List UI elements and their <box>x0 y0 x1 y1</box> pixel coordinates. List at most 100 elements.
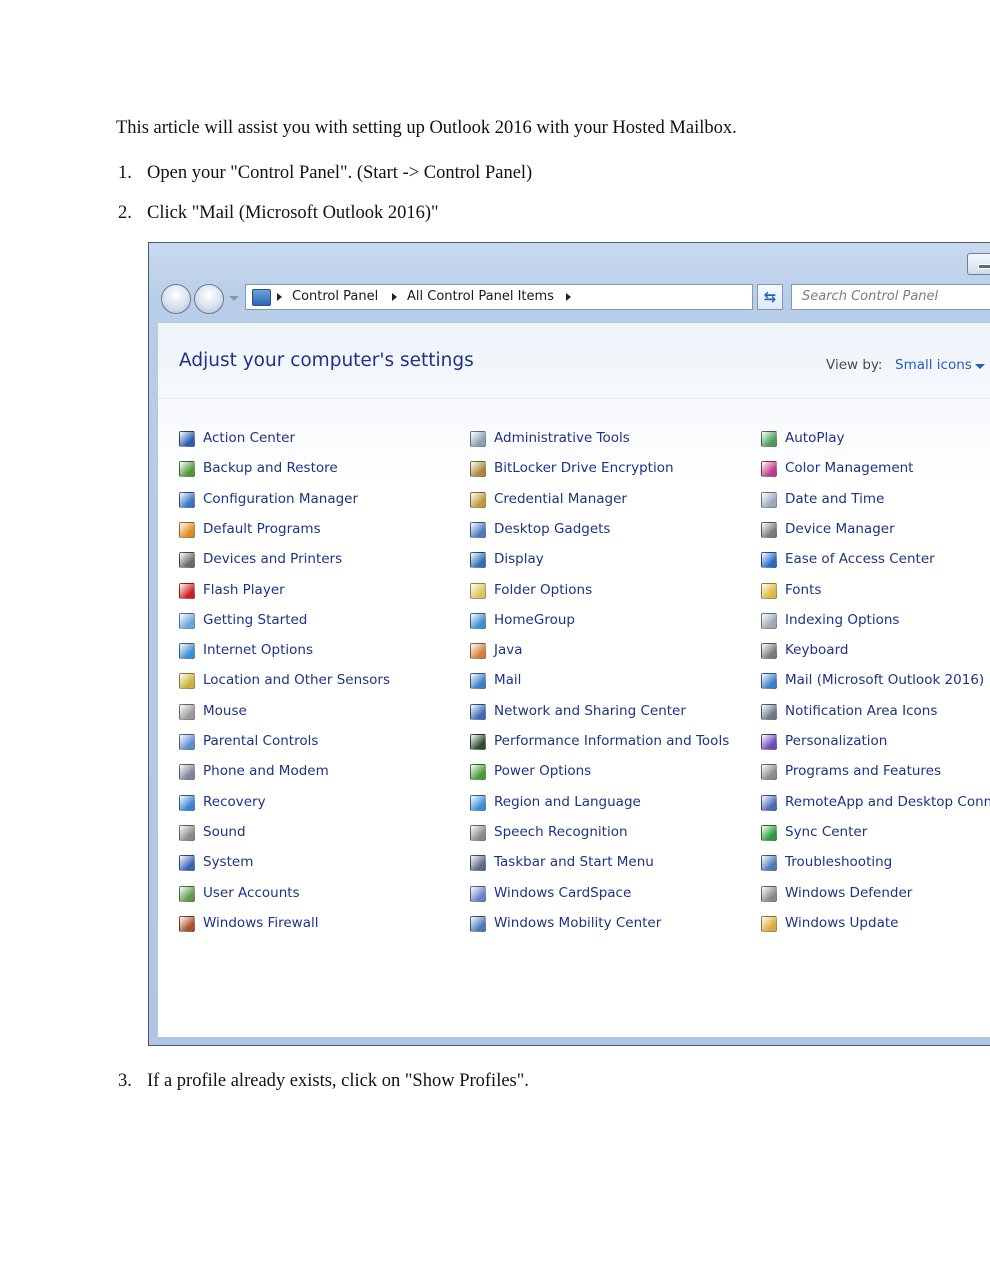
update-icon <box>761 916 777 932</box>
control-panel-item-label: Ease of Access Center <box>785 551 935 567</box>
control-panel-item-label: Personalization <box>785 733 888 749</box>
printer-icon <box>179 552 195 568</box>
control-panel-item-label: Region and Language <box>494 794 641 810</box>
ease-of-access-icon <box>761 552 777 568</box>
gadgets-icon <box>470 522 486 538</box>
color-management-icon <box>761 461 777 477</box>
control-panel-item-label: Internet Options <box>203 642 313 658</box>
chevron-down-icon[interactable] <box>975 364 985 369</box>
control-panel-item-label: Windows CardSpace <box>494 885 632 901</box>
control-panel-item-label: Troubleshooting <box>785 854 893 870</box>
control-panel-item-label: Keyboard <box>785 642 849 658</box>
control-panel-item-label: Fonts <box>785 582 822 598</box>
control-panel-item-label: Mail (Microsoft Outlook 2016) <box>785 672 985 688</box>
control-panel-item-label: Administrative Tools <box>494 430 630 446</box>
control-panel-item-label: Indexing Options <box>785 612 900 628</box>
power-icon <box>470 764 486 780</box>
keyboard-icon <box>761 643 777 659</box>
breadcrumb-arrow-icon[interactable] <box>277 293 282 301</box>
step-number: 2. <box>118 203 132 223</box>
flash-icon <box>179 583 195 599</box>
control-panel-item-label: RemoteApp and Desktop Conne <box>785 794 990 810</box>
control-panel-item-label: Sync Center <box>785 824 868 840</box>
clock-icon <box>761 492 777 508</box>
folder-icon <box>470 583 486 599</box>
control-panel-item-label: Backup and Restore <box>203 460 338 476</box>
breadcrumb-control-panel[interactable]: Control Panel <box>292 289 378 304</box>
java-icon <box>470 643 486 659</box>
getting-started-icon <box>179 613 195 629</box>
taskbar-icon <box>470 855 486 871</box>
search-input[interactable]: Search Control Panel <box>791 284 990 310</box>
control-panel-item-label: Speech Recognition <box>494 824 628 840</box>
refresh-button[interactable]: ⇆ <box>757 284 783 310</box>
recent-pages-dropdown-icon[interactable] <box>229 296 239 301</box>
control-panel-item-label: User Accounts <box>203 885 300 901</box>
mobility-icon <box>470 916 486 932</box>
control-panel-item-label: Sound <box>203 824 246 840</box>
control-panel-item-label: Display <box>494 551 544 567</box>
control-panel-item-label: Flash Player <box>203 582 285 598</box>
control-panel-item-label: Windows Firewall <box>203 915 319 931</box>
control-panel-item-label: Programs and Features <box>785 763 942 779</box>
notification-icon <box>761 704 777 720</box>
control-panel-item-label: Desktop Gadgets <box>494 521 611 537</box>
mail-icon <box>470 673 486 689</box>
control-panel-item-label: Recovery <box>203 794 266 810</box>
backup-icon <box>179 461 195 477</box>
mouse-icon <box>179 704 195 720</box>
cardspace-icon <box>470 886 486 902</box>
control-panel-item-label: Device Manager <box>785 521 895 537</box>
flag-icon <box>179 431 195 447</box>
control-panel-item-label: Windows Update <box>785 915 899 931</box>
control-panel-item-label: Folder Options <box>494 582 593 598</box>
control-panel-item-label: Color Management <box>785 460 914 476</box>
control-panel-item-label: HomeGroup <box>494 612 575 628</box>
admin-tools-icon <box>470 431 486 447</box>
network-icon <box>470 704 486 720</box>
breadcrumb-all-items[interactable]: All Control Panel Items <box>407 289 554 304</box>
control-panel-item-label: Action Center <box>203 430 296 446</box>
display-icon <box>470 552 486 568</box>
minimize-button[interactable] <box>967 253 990 275</box>
step-number: 1. <box>118 163 132 183</box>
config-icon <box>179 492 195 508</box>
divider <box>158 398 990 399</box>
device-manager-icon <box>761 522 777 538</box>
step-number: 3. <box>118 1071 132 1091</box>
back-button[interactable] <box>161 284 191 314</box>
parental-icon <box>179 734 195 750</box>
personalization-icon <box>761 734 777 750</box>
control-panel-item-label: System <box>203 854 254 870</box>
troubleshooting-icon <box>761 855 777 871</box>
system-icon <box>179 855 195 871</box>
control-panel-item-label: Parental Controls <box>203 733 319 749</box>
control-panel-item-label: Performance Information and Tools <box>494 733 730 749</box>
control-panel-item-label: BitLocker Drive Encryption <box>494 460 674 476</box>
microphone-icon <box>470 825 486 841</box>
control-panel-item-label: Notification Area Icons <box>785 703 938 719</box>
mail-icon <box>761 673 777 689</box>
internet-icon <box>179 643 195 659</box>
breadcrumb-arrow-icon[interactable] <box>566 293 571 301</box>
intro-paragraph: This article will assist you with settin… <box>116 118 737 138</box>
forward-button[interactable] <box>194 284 224 314</box>
bitlocker-icon <box>470 461 486 477</box>
breadcrumb-arrow-icon[interactable] <box>392 293 397 301</box>
view-by-label: View by: <box>826 357 883 373</box>
view-by-dropdown[interactable]: Small icons <box>895 357 972 373</box>
users-icon <box>179 886 195 902</box>
control-panel-item-label: Configuration Manager <box>203 491 359 507</box>
control-panel-item-label: Windows Defender <box>785 885 913 901</box>
default-programs-icon <box>179 522 195 538</box>
phone-icon <box>179 764 195 780</box>
region-icon <box>470 795 486 811</box>
indexing-icon <box>761 613 777 629</box>
step-text: Click "Mail (Microsoft Outlook 2016)" <box>147 203 439 223</box>
control-panel-item-label: Windows Mobility Center <box>494 915 662 931</box>
control-panel-item-label: Default Programs <box>203 521 321 537</box>
homegroup-icon <box>470 613 486 629</box>
control-panel-icon <box>252 289 271 306</box>
defender-icon <box>761 886 777 902</box>
address-bar[interactable]: Control Panel All Control Panel Items <box>245 284 844 310</box>
